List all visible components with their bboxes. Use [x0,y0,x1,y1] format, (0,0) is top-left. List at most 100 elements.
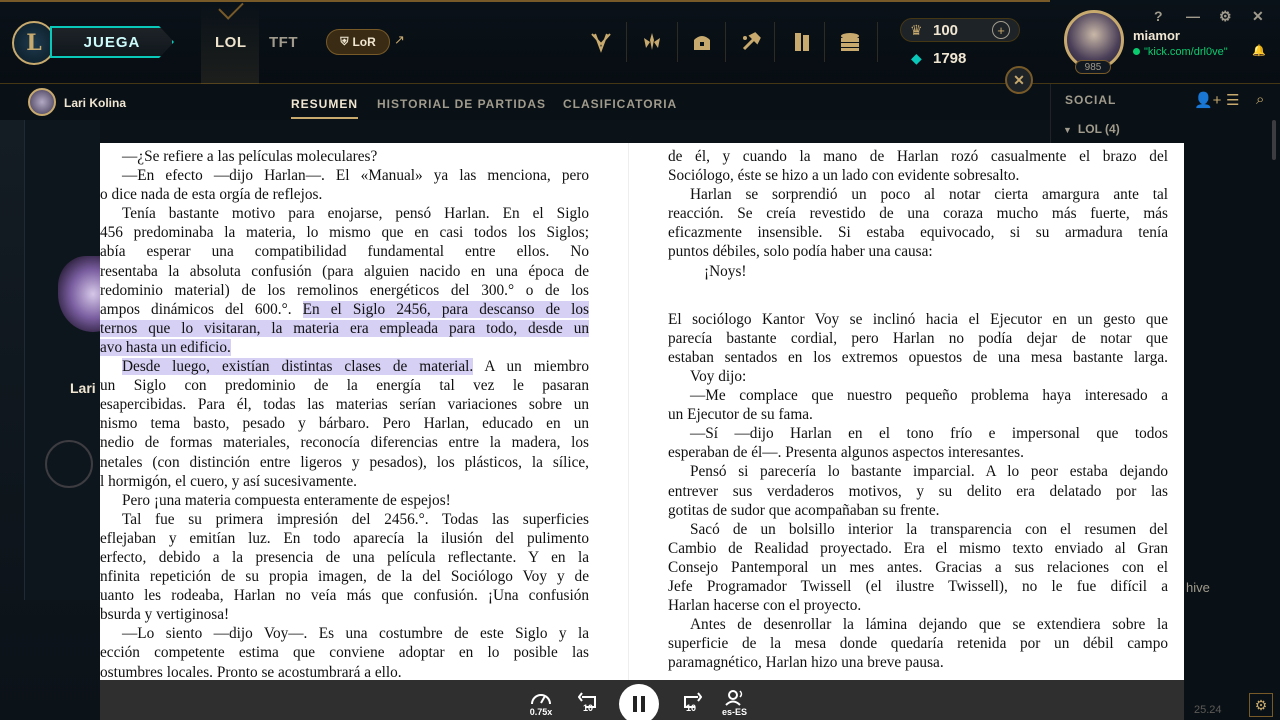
group-label: LOL (4) [1077,122,1120,136]
league-logo-icon[interactable]: L [12,21,56,65]
tab-summary[interactable]: RESUMEN [291,97,359,119]
pause-button[interactable] [619,684,659,720]
text-line: ¡Noys! [704,262,747,280]
text-line: Consejo Pantemporal un mes antes. Gracia… [668,558,1168,576]
text-line: Harlan hacerse con el proyecto. [668,597,862,615]
text-line: redominio material) de los remolinos ene… [100,281,589,299]
language-label: es-ES [722,707,748,717]
text-line: eflejaban y emitían luz. En todo aparecí… [100,529,589,547]
separator [677,22,678,62]
text-line: ostumbres locales. Pronto se acostumbrar… [100,663,402,680]
play-button[interactable]: JUEGA [50,26,174,58]
text-line: puntos débiles, solo podía haber una cau… [668,243,933,261]
playback-speed-button[interactable]: 0.75x [529,688,553,717]
add-friend-icon[interactable]: 👤+ [1194,91,1221,109]
social-scrollbar[interactable] [1272,120,1276,160]
speedometer-icon [531,694,551,705]
friend-group-lol[interactable]: ▼ LOL (4) [1063,122,1120,136]
skip-forward-button[interactable]: 10 [680,692,702,713]
text-line: Sociólogo, éste se hizo a un lado con ev… [668,167,1020,185]
highlighted-text[interactable]: avo hasta un edificio. [100,338,231,356]
minimize-icon[interactable]: — [1186,8,1200,24]
text-line: netales (con distinción entre ligeros y … [100,453,589,471]
text-line: Harlan se sorprendió un poco al notar ci… [690,186,1168,204]
text-line: un Siglo con predominio de la energía ta… [100,377,589,395]
text-line: nismo tema basto, pesado y bárbaro. Pero… [100,415,589,433]
rp-icon: ♛ [910,22,923,38]
status-text: "kick.com/drl0ve" [1144,46,1228,58]
lor-label: LoR [352,35,376,49]
text-line-highlighted: ternos que lo visitaran, la materia era … [100,319,589,338]
separator [626,22,627,62]
text-line: eficazmente insensible. Si estaba equivo… [668,224,1168,242]
search-icon[interactable]: ⌕ [1256,91,1264,108]
text-line-with-highlight: ampos dinámicos del 600.°. En el Siglo 2… [100,300,589,319]
page-divider [628,143,629,680]
add-rp-plus-icon[interactable]: + [992,21,1010,39]
text-line: paramagnético, Harlan hizo una breve pau… [668,654,944,672]
list-view-icon[interactable]: ☰ [1226,91,1239,109]
tab-match-history[interactable]: HISTORIAL DE PARTIDAS [377,97,546,111]
highlighted-text[interactable]: Desde luego, existían distintas clases d… [122,358,474,376]
text-line: Pensó si parecería lo bastante imparcial… [690,463,1168,481]
ebook-reader-page: —¿Se refiere a las películas moleculares… [100,143,1184,680]
online-dot-icon [1133,48,1140,55]
text-line: 456 predominaba la materia, lo mismo que… [100,224,589,242]
help-icon[interactable]: ? [1154,8,1163,24]
text-line: esapercibidas. Para él, todas las materi… [100,396,589,414]
close-overlay-icon[interactable]: ✕ [1005,66,1033,94]
text-line: Jefe Programador Twissell (el ilustre Tw… [668,577,1168,595]
profile-ring-button[interactable] [45,440,93,488]
text-line: Tenía bastante motivo para enojarse, pen… [122,205,589,223]
section-gap [668,281,1168,310]
client-version: 25.24 [1194,704,1222,716]
text-line-with-highlight: Desde luego, existían distintas clases d… [100,357,589,376]
username: miamor [1133,28,1180,43]
social-settings-icon[interactable]: ⚙ [1249,693,1273,717]
separator [824,22,825,62]
lor-button[interactable]: ⛨ LoR [326,29,390,55]
loot-icon[interactable] [688,28,716,56]
text-line: —Sí —dijo Harlan en el tono frío e imper… [690,425,1168,443]
text-line: Pero ¡una materia compuesta enteramente … [122,491,451,509]
gear-icon[interactable]: ⚙ [1219,8,1232,25]
text-line: un Ejecutor de su fama. [668,406,813,424]
text-line: Tal fue su primera impresión del 2456.°.… [122,510,589,528]
store-icon[interactable] [836,28,864,56]
text-line: Antes de desenrollar la lámina dejando q… [690,616,1168,634]
close-icon[interactable]: ✕ [1252,8,1264,25]
text-segment: A un miembro [473,358,589,376]
separator [725,22,726,62]
honors-icon[interactable] [638,28,666,56]
collection-icon[interactable] [788,28,816,56]
skip-back-button[interactable]: 10 [578,692,600,713]
nav-lol[interactable]: LOL [201,4,259,90]
skip-forward-seconds: 10 [686,703,697,713]
text-line: —En efecto —dijo Harlan—. El «Manual» ya… [122,167,589,185]
text-line: resentaba la absoluta confusión (para al… [100,262,589,280]
nav-tft[interactable]: TFT [269,34,298,51]
crafting-icon[interactable] [737,28,765,56]
text-line: parecía bastante cordial, pero Harlan no… [668,329,1168,347]
separator [774,22,775,62]
status-message[interactable]: "kick.com/drl0ve" [1133,46,1228,58]
text-line: Cambio de Realidad proyectado. Era el mi… [668,539,1168,557]
group-caret-icon: ▼ [1063,125,1072,135]
clash-icon[interactable] [587,28,615,56]
text-line: bsurda y vertiginosa! [100,606,230,624]
rp-amount: 100 [933,22,959,39]
text-line: —¿Se refiere a las películas moleculares… [122,148,378,165]
highlighted-text[interactable]: ternos que lo visitaran, la materia era … [100,319,589,337]
text-line: l hormigón, el cuero, y así sucesivament… [100,472,357,490]
tab-ranked[interactable]: CLASIFICATORIA [563,97,677,111]
pause-bar [641,696,645,712]
text-line: El sociólogo Kantor Voy se inclinó hacia… [668,310,1168,328]
text-line: gotitas de sudor que acompañaban su fren… [668,501,940,519]
notification-bell-icon[interactable]: 🔔 [1252,44,1266,57]
voice-language-button[interactable]: es-ES [722,688,747,717]
summoner-avatar[interactable] [28,88,56,116]
highlighted-text[interactable]: En el Siglo 2456, para descanso de los [302,300,589,318]
text-line: reacción. Se creía revestido de una cora… [668,205,1168,223]
profile-name-peek: Lari [70,380,96,396]
text-line-highlighted: avo hasta un edificio. [100,338,589,357]
